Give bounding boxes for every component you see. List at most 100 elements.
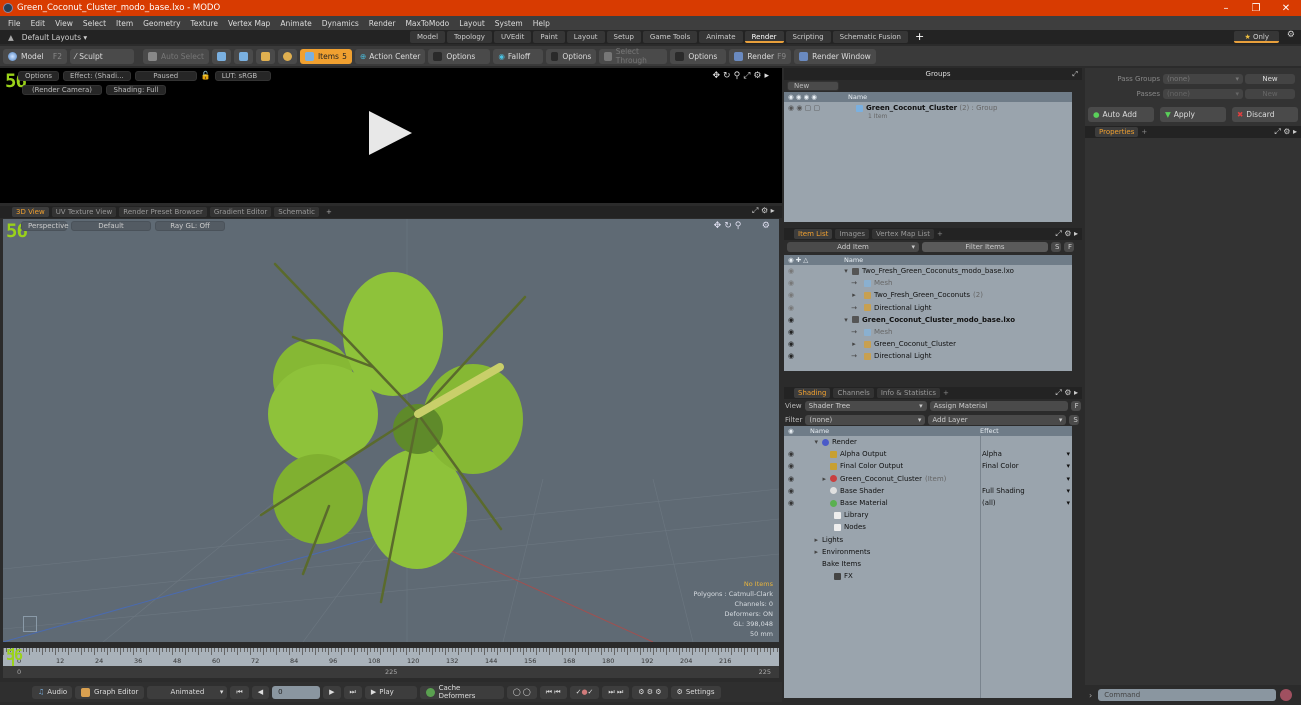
arrow-right-icon[interactable]: ▸: [771, 206, 775, 215]
auto-select-button[interactable]: Auto Select: [143, 48, 209, 64]
tab-gradient-editor[interactable]: Gradient Editor: [209, 207, 272, 217]
menu-view[interactable]: View: [55, 19, 73, 28]
zoom-icon[interactable]: ⚲: [735, 221, 745, 231]
arrow-right-icon[interactable]: ▸: [1293, 127, 1297, 136]
gear-icon[interactable]: ⚙: [762, 221, 773, 231]
menu-render[interactable]: Render: [369, 19, 396, 28]
play-render-icon[interactable]: [369, 111, 412, 155]
command-input[interactable]: Command: [1098, 689, 1277, 701]
animated-dropdown[interactable]: Animated ▾: [147, 685, 228, 699]
render-button[interactable]: Render F9: [729, 48, 792, 64]
add-tab-button[interactable]: +: [322, 207, 336, 217]
maximize-icon[interactable]: ⤢: [1274, 127, 1280, 136]
shader-tree-row[interactable]: ◉ Alpha Output Alpha ▾: [784, 448, 1072, 460]
menu-animate[interactable]: Animate: [280, 19, 311, 28]
item-list-row[interactable]: ◉ → Directional Light: [784, 302, 1072, 314]
item-list-row[interactable]: ◉ ▾ Green_Coconut_Cluster_modo_base.lxo: [784, 314, 1072, 326]
name-column-header[interactable]: Name: [810, 427, 980, 435]
visibility-toggle-icon[interactable]: ◉: [784, 340, 844, 348]
shader-tree-row[interactable]: Bake Items: [784, 558, 1072, 570]
tab-vertex-map-list[interactable]: Vertex Map List: [871, 229, 934, 239]
menu-system[interactable]: System: [495, 19, 523, 28]
s-button[interactable]: S: [1069, 414, 1080, 425]
pass-groups-dropdown[interactable]: (none) ▾: [1163, 73, 1243, 84]
shader-tree-row[interactable]: FX: [784, 570, 1072, 582]
falloff-button[interactable]: ◉ Falloff: [493, 48, 544, 64]
select-through-button[interactable]: Select Through: [599, 47, 668, 65]
visibility-toggle-icon[interactable]: ◉: [784, 304, 844, 312]
group-row-toggles[interactable]: ◉ ◉ ▢ ▢: [784, 104, 848, 112]
menu-dynamics[interactable]: Dynamics: [322, 19, 359, 28]
menu-file[interactable]: File: [8, 19, 21, 28]
ray-gl-toggle[interactable]: Ray GL: Off: [155, 221, 225, 231]
name-column-header[interactable]: Name: [848, 93, 867, 101]
layout-tab-model[interactable]: Model: [410, 31, 446, 43]
item-list-row[interactable]: ◉ ▸ Green_Coconut_Cluster: [784, 338, 1072, 350]
expand-arrow-icon[interactable]: ▾: [840, 316, 852, 324]
layout-tab-layout[interactable]: Layout: [566, 31, 605, 43]
camera-dropdown[interactable]: (Render Camera): [22, 85, 102, 95]
arrow-right-icon[interactable]: ▸: [764, 71, 772, 81]
layout-tab-render[interactable]: Render: [744, 31, 784, 43]
timeline-ruler[interactable]: 0 12 24 36 48 60 72 84 96 108 120 132 144 156 168 180 19…: [3, 648, 779, 666]
add-tab-button[interactable]: +: [943, 389, 949, 397]
prev-frame-button[interactable]: ◀: [251, 685, 270, 699]
tab-shading[interactable]: Shading: [794, 388, 831, 398]
shader-tree-row[interactable]: ◉ Final Color Output Final Color ▾: [784, 460, 1072, 472]
falloff-options-button[interactable]: Options: [546, 48, 597, 64]
layout-tab-scripting[interactable]: Scripting: [785, 31, 831, 43]
menu-edit[interactable]: Edit: [31, 19, 46, 28]
3d-viewport[interactable]: 56 Perspective Default Ray GL: Off ✥↻⚲ ⚙…: [3, 219, 779, 642]
f-button[interactable]: F: [1070, 401, 1081, 411]
expand-arrow-icon[interactable]: ▸: [844, 291, 864, 299]
expand-arrow-icon[interactable]: ▾: [806, 438, 822, 446]
assign-material-button[interactable]: Assign Material: [929, 401, 1068, 411]
shader-tree-row[interactable]: Library: [784, 509, 1072, 521]
keyframe-tools[interactable]: ◯ ◯: [506, 685, 537, 699]
menu-help[interactable]: Help: [533, 19, 550, 28]
visibility-toggle-icon[interactable]: ◉: [784, 450, 806, 458]
group-row[interactable]: ◉ ◉ ▢ ▢ Green_Coconut_Cluster (2) : Grou…: [784, 102, 1072, 120]
layout-tab-animate[interactable]: Animate: [699, 31, 743, 43]
shader-tree-row[interactable]: ▸ Lights: [784, 534, 1072, 546]
visibility-toggle-icon[interactable]: ◉: [784, 267, 844, 275]
add-tab-button[interactable]: +: [937, 230, 943, 238]
expand-arrow-icon[interactable]: ▾: [840, 267, 852, 275]
edges-mode-button[interactable]: [233, 48, 253, 64]
add-layout-tab-button[interactable]: +: [910, 31, 929, 43]
maximize-icon[interactable]: ⤢: [1055, 229, 1061, 238]
shading-style-dropdown[interactable]: Default: [71, 221, 151, 231]
gear-icon[interactable]: ⚙: [1064, 229, 1071, 238]
shader-tree-row[interactable]: Nodes: [784, 521, 1072, 533]
visibility-toggle-icon[interactable]: ◉: [784, 352, 844, 360]
effect-column-header[interactable]: Effect: [980, 427, 999, 435]
gear-icon[interactable]: ⚙: [1287, 30, 1295, 40]
render-options-button[interactable]: Options: [18, 71, 60, 81]
shading-dropdown[interactable]: Shading: Full: [106, 85, 166, 95]
first-frame-button[interactable]: ⏮: [230, 685, 249, 699]
view-dropdown[interactable]: Shader Tree ▾: [804, 401, 927, 411]
name-column-header[interactable]: Name: [844, 256, 863, 264]
filter-items-input[interactable]: Filter Items: [922, 242, 1048, 252]
item-list-row[interactable]: ◉ → Mesh: [784, 326, 1072, 338]
gear-icon[interactable]: ⚙: [1283, 127, 1290, 136]
render-preview[interactable]: 56 Options Effect: (Shadi... Paused 🔓 LU…: [0, 68, 782, 203]
item-list-row[interactable]: ◉ ▸ Two_Fresh_Green_Coconuts (2): [784, 289, 1072, 301]
move-icon[interactable]: ✥: [713, 71, 724, 81]
add-tab-button[interactable]: +: [1141, 128, 1147, 136]
new-pass-group-button[interactable]: New: [1245, 73, 1295, 84]
effect-dropdown[interactable]: ▾: [982, 475, 1070, 483]
default-layouts-dropdown[interactable]: Default Layouts ▾: [22, 33, 87, 42]
cache-deformers-button[interactable]: Cache Deformers: [419, 684, 504, 700]
add-item-dropdown[interactable]: Add Item ▾: [787, 242, 919, 252]
shader-tree-row[interactable]: ◉ Base Shader Full Shading ▾: [784, 485, 1072, 497]
visibility-toggle-icon[interactable]: ◉: [784, 316, 844, 324]
key-nav-buttons[interactable]: ⏮ ⏮: [539, 685, 567, 699]
effect-dropdown[interactable]: Alpha ▾: [982, 450, 1070, 458]
filter-dropdown[interactable]: (none) ▾: [805, 414, 926, 425]
gear-icon[interactable]: ⚙: [761, 206, 768, 215]
pin-icon[interactable]: ▲: [8, 33, 14, 42]
layout-tab-schematic-fusion[interactable]: Schematic Fusion: [832, 31, 908, 43]
add-layer-dropdown[interactable]: Add Layer ▾: [928, 414, 1067, 425]
gear-icon[interactable]: ⚙: [1064, 388, 1071, 397]
